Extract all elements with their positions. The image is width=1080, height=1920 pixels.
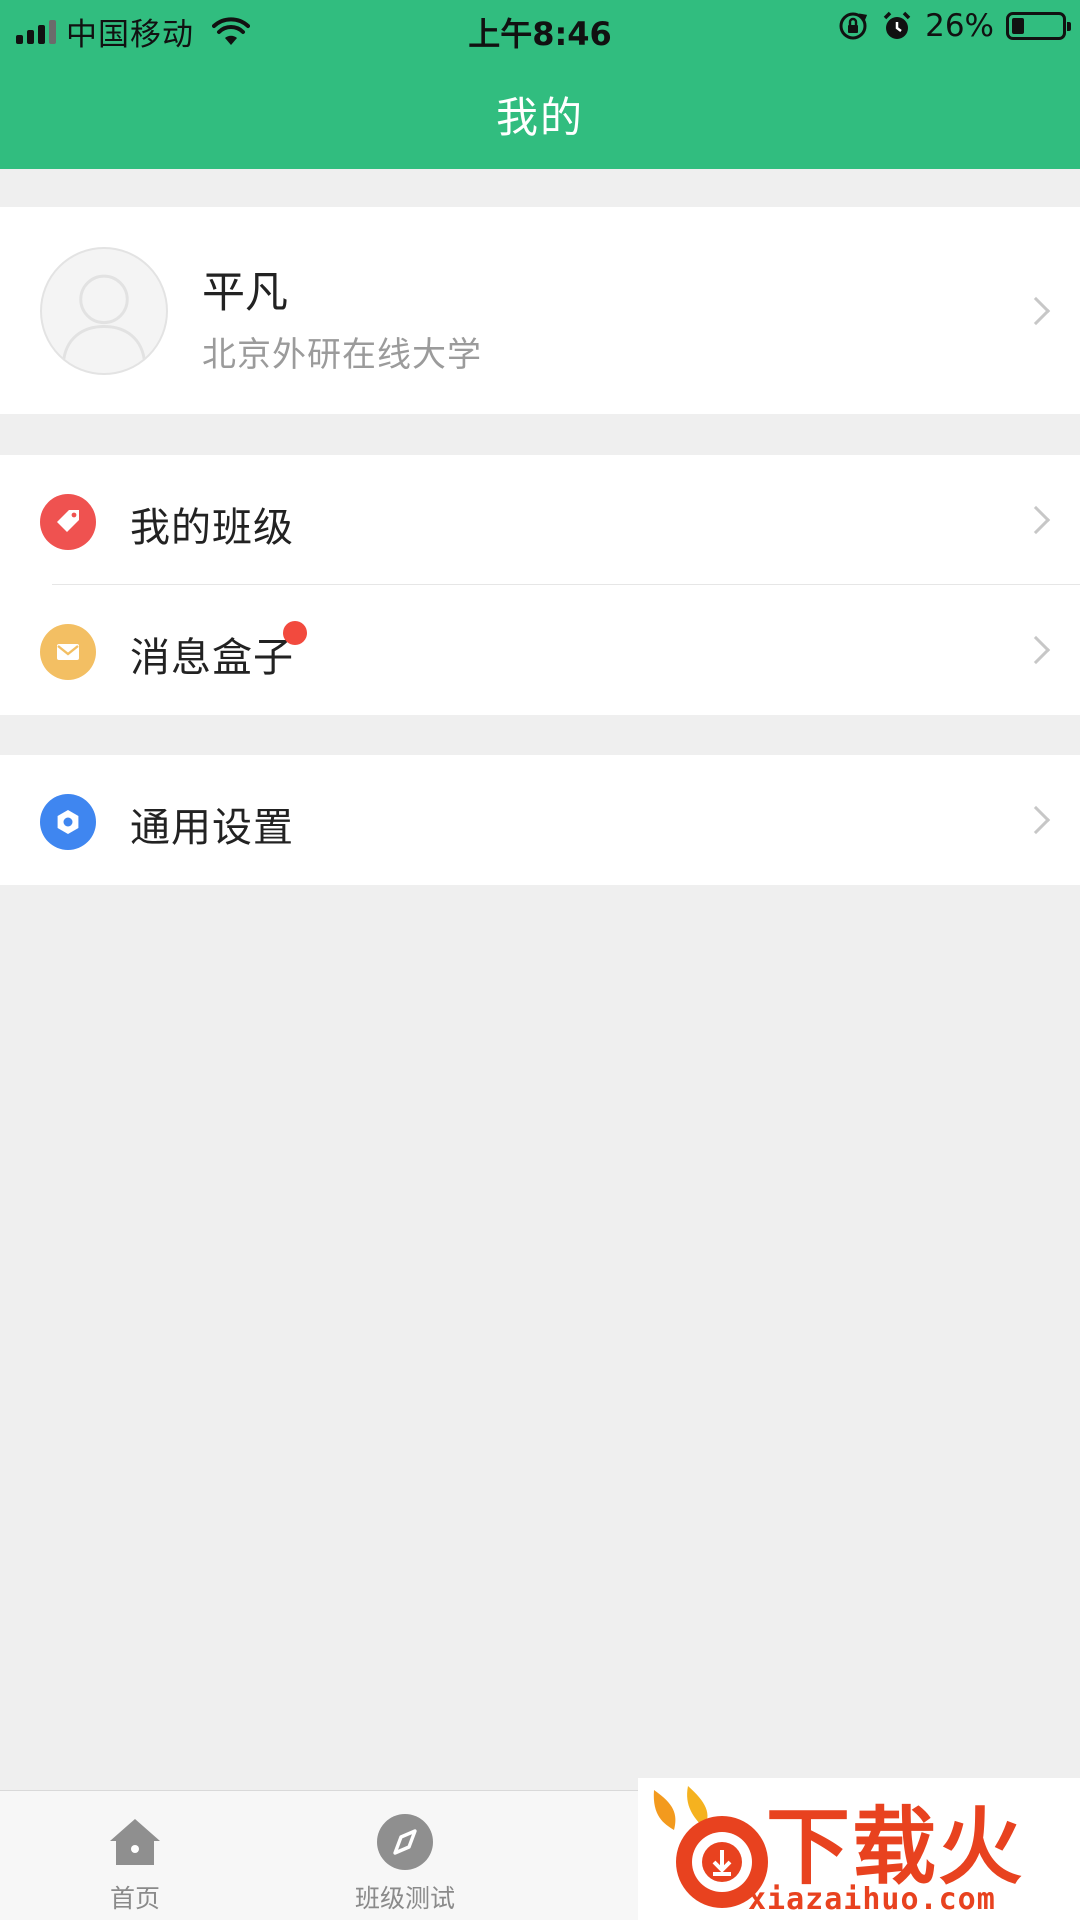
battery-percent: 26% xyxy=(925,8,994,44)
watermark-logo: 下载火 xiazaihuo.com xyxy=(638,1778,1080,1920)
profile-card[interactable]: 平凡 北京外研在线大学 xyxy=(0,207,1080,414)
tab-class-test[interactable]: 班级测试 xyxy=(305,1791,505,1920)
orientation-lock-icon xyxy=(839,12,868,40)
tab-label: 班级测试 xyxy=(354,1884,455,1913)
envelope-icon xyxy=(40,624,96,680)
menu-group-1: 我的班级 消息盒子 xyxy=(0,455,1080,715)
home-icon xyxy=(110,1819,160,1865)
unread-dot-badge xyxy=(283,621,307,645)
status-bar: 中国移动 上午8:46 26% xyxy=(0,0,1080,56)
default-user-avatar-icon xyxy=(40,247,168,375)
profile-school: 北京外研在线大学 xyxy=(202,335,482,375)
watermark-url: xiazaihuo.com xyxy=(748,1882,996,1917)
profile-name: 平凡 xyxy=(202,268,288,318)
menu-item-my-class[interactable]: 我的班级 xyxy=(0,455,1080,585)
menu-item-label: 通用设置 xyxy=(130,805,294,851)
profile-page: 中国移动 上午8:46 26% 我的 平凡 北京外研在线大学 我的班级 消息盒子… xyxy=(0,0,1080,1920)
compass-icon xyxy=(377,1814,433,1870)
hexagon-settings-icon xyxy=(40,794,96,850)
menu-item-general-settings[interactable]: 通用设置 xyxy=(0,755,1080,885)
battery-level-fill xyxy=(1012,18,1024,34)
chevron-right-icon xyxy=(1021,505,1051,535)
tab-home[interactable]: 首页 xyxy=(35,1791,235,1920)
page-title: 我的 xyxy=(495,93,584,142)
tag-icon xyxy=(40,494,96,550)
menu-item-label: 消息盒子 xyxy=(130,635,294,681)
chevron-right-icon xyxy=(1021,805,1051,835)
battery-icon xyxy=(1006,12,1071,40)
menu-item-message-box[interactable]: 消息盒子 xyxy=(0,585,1080,715)
menu-item-label: 我的班级 xyxy=(130,505,294,551)
alarm-icon xyxy=(883,11,911,39)
tab-label: 首页 xyxy=(109,1884,160,1913)
chevron-right-icon xyxy=(1021,635,1051,665)
menu-group-2: 通用设置 xyxy=(0,755,1080,885)
header-bar: 中国移动 上午8:46 26% 我的 xyxy=(0,0,1080,169)
chevron-right-icon xyxy=(1021,296,1051,326)
